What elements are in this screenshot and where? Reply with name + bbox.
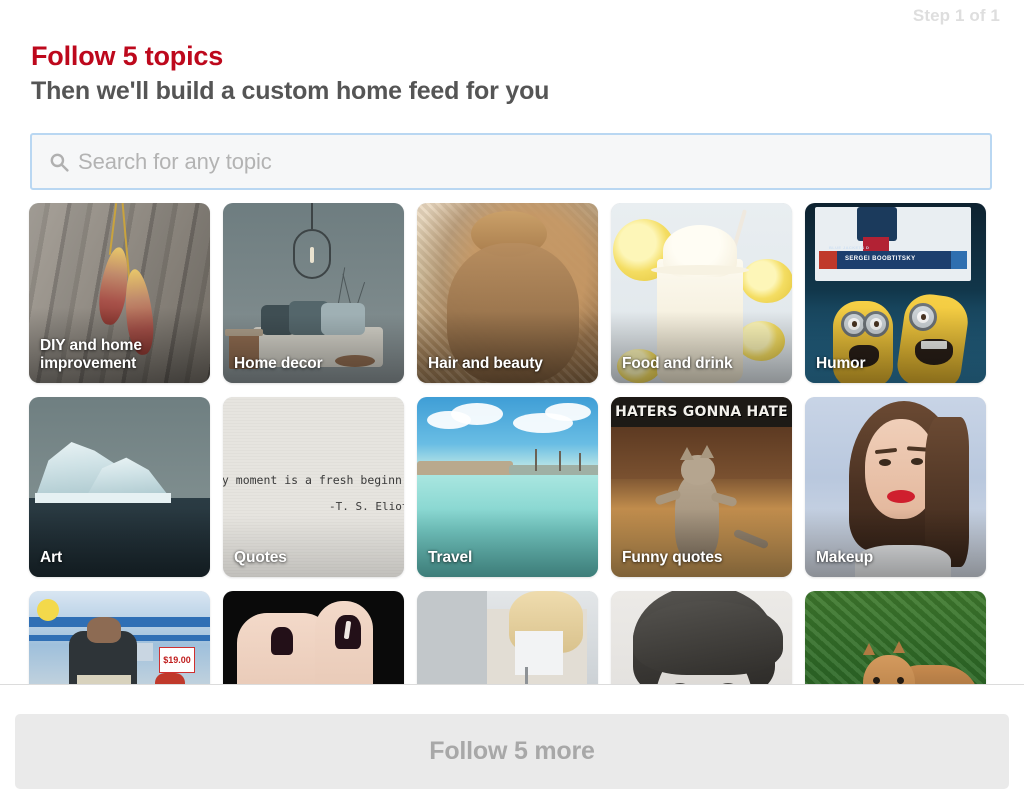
topic-tile-14[interactable] (611, 591, 792, 684)
topic-tile-label: Food and drink (622, 355, 733, 373)
tile-artwork (611, 591, 792, 684)
topic-tile-travel[interactable]: Travel (417, 397, 598, 577)
follow-more-button[interactable]: Follow 5 more (15, 714, 1009, 789)
price-tag: $19.00 (159, 647, 195, 673)
tile-artwork (805, 591, 986, 684)
topic-tile-makeup[interactable]: Makeup (805, 397, 986, 577)
page-headings: Follow 5 topics Then we'll build a custo… (31, 40, 549, 106)
topic-tile-label: Travel (428, 549, 473, 567)
topic-tile-diy-and-home-improvement[interactable]: DIY and home improvement (29, 203, 210, 383)
footer: Follow 5 more (0, 685, 1024, 811)
step-counter: Step 1 of 1 (912, 6, 1000, 25)
tile-artwork (223, 591, 404, 684)
topic-tile-label: Makeup (816, 549, 874, 567)
topic-tile-label: Art (40, 549, 63, 567)
search-icon (49, 152, 69, 172)
topics-grid: DIY and home improvement Home decor Hair… (0, 203, 1024, 684)
topic-tile-13[interactable] (417, 591, 598, 684)
topic-tile-15[interactable] (805, 591, 986, 684)
topic-tile-funny-quotes[interactable]: HATERS GONNA HATE Funny quotes (611, 397, 792, 577)
topic-tile-quotes[interactable]: ry moment is a fresh beginn -T. S. Eliot… (223, 397, 404, 577)
onboarding-page: Step 1 of 1 Follow 5 topics Then we'll b… (0, 0, 1024, 811)
topic-tile-label: DIY and home improvement (40, 337, 142, 373)
tile-artwork (417, 591, 598, 684)
topic-tile-label: Quotes (234, 549, 287, 567)
topic-tile-label: Funny quotes (622, 549, 723, 567)
search-input[interactable]: Search for any topic (30, 133, 992, 190)
topic-tile-art[interactable]: Art (29, 397, 210, 577)
page-title: Follow 5 topics (31, 41, 224, 71)
topic-tile-food-and-drink[interactable]: Food and drink (611, 203, 792, 383)
page-subtitle: Then we'll build a custom home feed for … (31, 76, 550, 105)
topic-tile-label: Hair and beauty (428, 355, 543, 373)
topic-tile-11[interactable]: $19.00 (29, 591, 210, 684)
topic-tile-hair-and-beauty[interactable]: Hair and beauty (417, 203, 598, 383)
topic-tile-12[interactable] (223, 591, 404, 684)
topic-tile-label: Home decor (234, 355, 323, 373)
topic-tile-humor[interactable]: BLUE JACKETS D SERGEI BOOBTITSKY (805, 203, 986, 383)
topic-tile-label: Humor (816, 355, 866, 373)
search-placeholder: Search for any topic (78, 148, 272, 174)
tile-artwork: $19.00 (29, 591, 210, 684)
topic-tile-home-decor[interactable]: Home decor (223, 203, 404, 383)
topics-scroll-area[interactable]: DIY and home improvement Home decor Hair… (0, 203, 1024, 684)
